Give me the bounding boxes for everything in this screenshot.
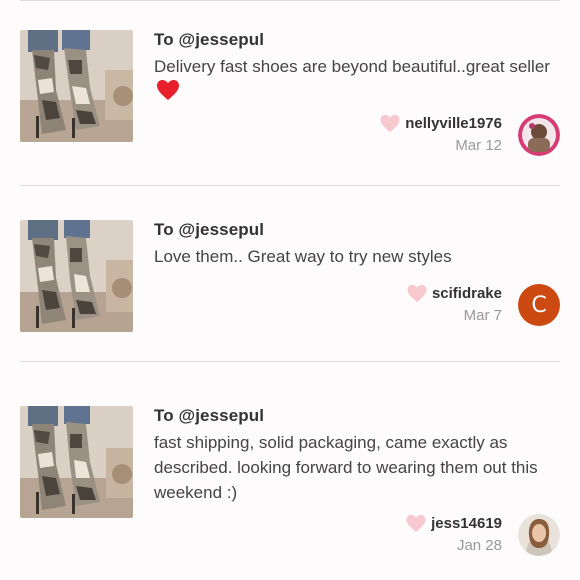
- shoe-photo: [20, 220, 133, 332]
- shoe-photo: [20, 406, 133, 518]
- product-thumbnail[interactable]: [20, 220, 133, 332]
- divider: [20, 361, 560, 362]
- review-text: Love them.. Great way to try new styles: [154, 244, 559, 269]
- recipient-line: To @jessepul: [154, 30, 265, 49]
- heart-outline-icon[interactable]: [379, 114, 401, 133]
- divider: [20, 185, 560, 186]
- heart-outline-icon[interactable]: [405, 514, 427, 533]
- recipient-line: To @jessepul: [154, 406, 265, 425]
- review-meta: scifidrake Mar 7: [406, 284, 502, 324]
- review-date: Mar 12: [455, 137, 502, 154]
- reviewer-username[interactable]: jess14619: [431, 515, 502, 532]
- heart-outline-icon[interactable]: [406, 284, 428, 303]
- avatar[interactable]: [518, 514, 560, 556]
- avatar[interactable]: [518, 114, 560, 156]
- review-text: Delivery fast shoes are beyond beautiful…: [154, 54, 559, 105]
- reviewer-username[interactable]: scifidrake: [432, 285, 502, 302]
- recipient-line: To @jessepul: [154, 220, 265, 239]
- reviews-list: To @jessepul Delivery fast shoes are bey…: [0, 0, 580, 580]
- review-text-content: Love them.. Great way to try new styles: [154, 247, 452, 266]
- shoe-photo: [20, 30, 133, 142]
- review-text: fast shipping, solid packaging, came exa…: [154, 430, 559, 505]
- product-thumbnail[interactable]: [20, 406, 133, 518]
- review-meta: jess14619 Jan 28: [405, 514, 502, 554]
- avatar-letter: C: [531, 292, 547, 318]
- review-text-content: Delivery fast shoes are beyond beautiful…: [154, 57, 550, 76]
- review-meta: nellyville1976 Mar 12: [379, 114, 502, 154]
- avatar[interactable]: C: [518, 284, 560, 326]
- reviewer-username[interactable]: nellyville1976: [405, 115, 502, 132]
- divider: [20, 0, 560, 1]
- review-text-content: fast shipping, solid packaging, came exa…: [154, 433, 538, 502]
- review-date: Jan 28: [456, 537, 502, 554]
- review-date: Mar 7: [463, 307, 502, 324]
- product-thumbnail[interactable]: [20, 30, 133, 142]
- red-heart-emoji-icon: [156, 79, 179, 100]
